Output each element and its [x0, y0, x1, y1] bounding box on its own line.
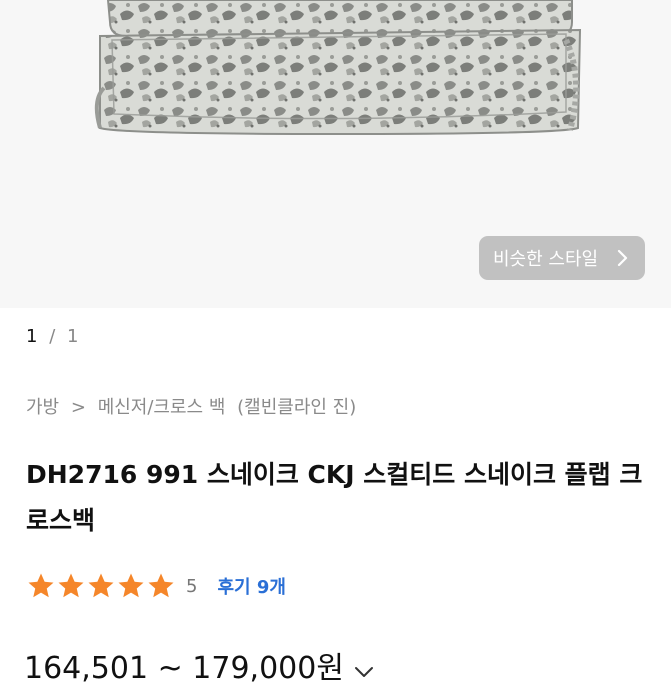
similar-style-button[interactable]: 비슷한 스타일	[479, 236, 645, 280]
chevron-down-icon[interactable]	[354, 666, 374, 678]
star-icon	[58, 573, 84, 598]
product-image[interactable]: 비슷한 스타일	[0, 0, 671, 308]
rating-row: 5 후기 9개	[26, 571, 286, 601]
star-icon	[88, 573, 114, 598]
price-row[interactable]: 164,501 ~ 179,000원	[24, 643, 374, 687]
star-icon	[148, 573, 174, 598]
breadcrumb-item-brand[interactable]: (캘빈클라인 진)	[237, 397, 356, 418]
price-range: 164,501 ~ 179,000원	[24, 651, 344, 686]
breadcrumb-item-bags[interactable]: 가방	[26, 397, 59, 418]
rating-value: 5	[186, 575, 198, 597]
similar-style-label: 비슷한 스타일	[493, 249, 599, 270]
breadcrumb-separator: >	[70, 397, 86, 418]
breadcrumb: 가방 > 메신저/크로스 백 (캘빈클라인 진)	[26, 393, 356, 419]
chevron-right-icon	[617, 249, 628, 267]
image-pager: 1 / 1	[26, 326, 78, 347]
reviews-link[interactable]: 후기 9개	[217, 573, 285, 599]
breadcrumb-item-messenger-cross[interactable]: 메신저/크로스 백	[98, 397, 226, 418]
star-rating	[26, 571, 176, 601]
star-icon	[28, 573, 54, 598]
pager-current: 1	[26, 326, 38, 347]
pager-separator: /	[49, 326, 56, 347]
star-icon	[118, 573, 144, 598]
product-title: DH2716 991 스네이크 CKJ 스컬티드 스네이크 플랩 크로스백	[26, 460, 643, 535]
pager-total: 1	[67, 326, 79, 347]
